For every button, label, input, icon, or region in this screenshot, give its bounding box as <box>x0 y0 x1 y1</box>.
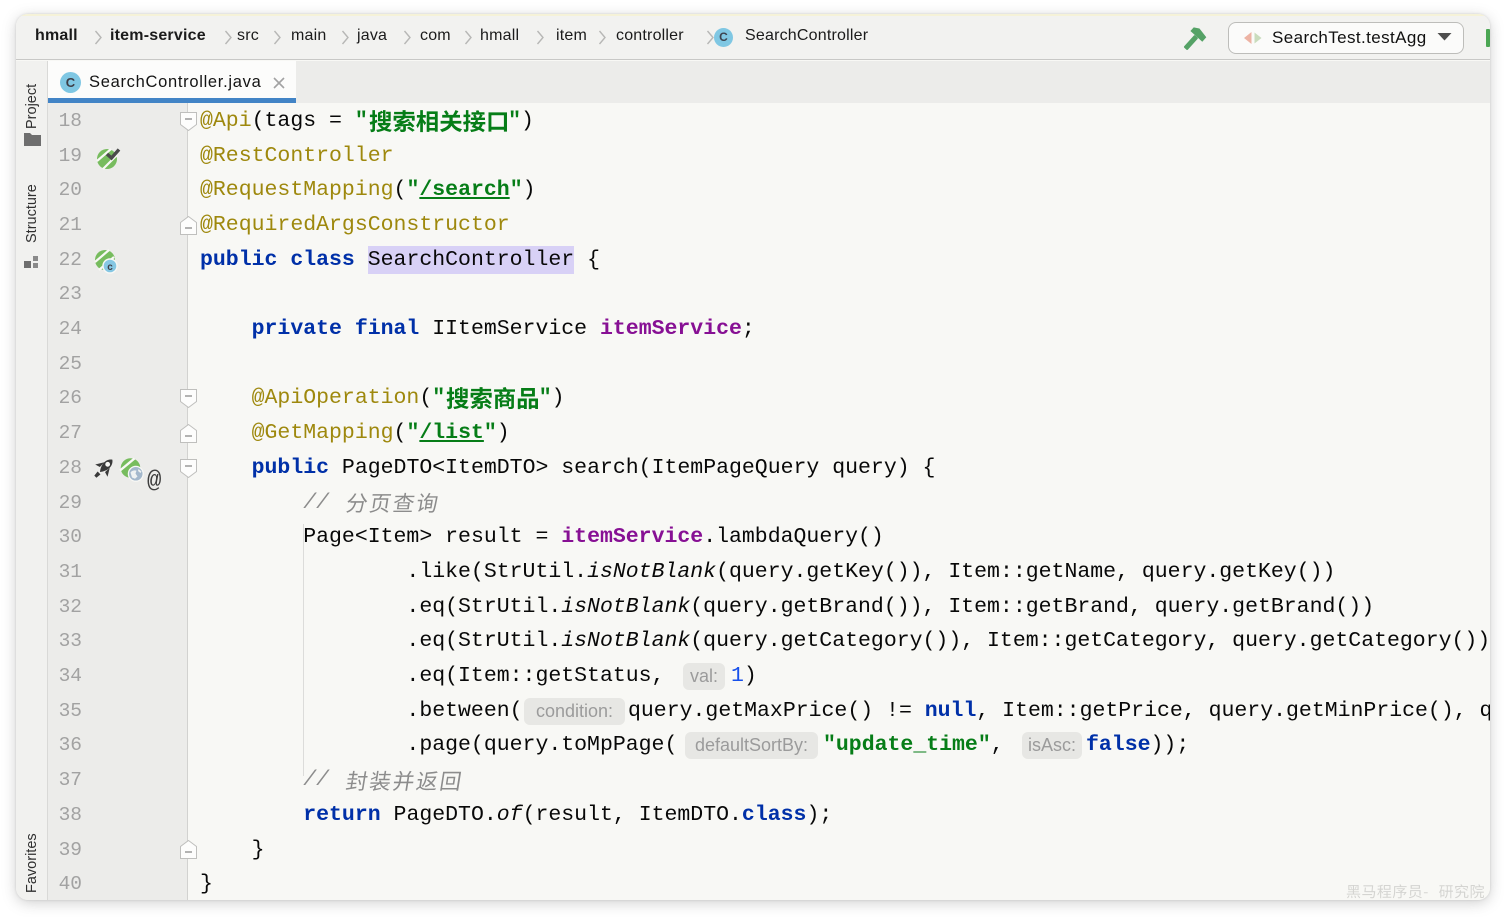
svg-text:c: c <box>107 262 113 273</box>
